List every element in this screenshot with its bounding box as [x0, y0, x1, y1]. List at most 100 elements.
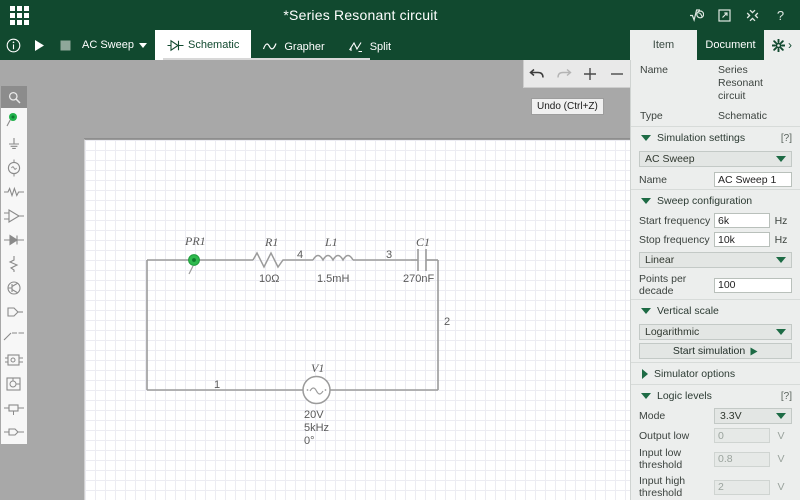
zoom-in-icon[interactable] [579, 63, 601, 85]
section-vertical-scale[interactable]: Vertical scale [631, 299, 800, 321]
tab-split-label: Split [369, 40, 392, 53]
field-stop-frequency: Stop frequency Hz [631, 230, 800, 249]
start-simulation-button[interactable]: Start simulation [639, 343, 792, 359]
fuse-icon[interactable] [1, 420, 27, 444]
search-icon[interactable] [1, 86, 27, 108]
sweep-scale-dropdown[interactable]: Linear [639, 252, 792, 268]
vertical-scale-dropdown[interactable]: Logarithmic [639, 324, 792, 340]
opamp-icon[interactable] [1, 204, 27, 228]
play-icon [750, 347, 758, 355]
switch-icon[interactable] [1, 252, 27, 276]
section-logic-levels-label: Logic levels [657, 390, 712, 402]
simulation-type-selected: AC Sweep [645, 153, 695, 165]
info-icon[interactable] [0, 30, 26, 60]
section-simulator-options[interactable]: Simulator options [631, 362, 800, 384]
subcircuit-icon[interactable] [1, 372, 27, 396]
field-points-per-decade: Points per decade [631, 271, 800, 299]
redo-icon[interactable] [553, 63, 575, 85]
ic-block-icon[interactable] [1, 348, 27, 372]
simulation-type-value: AC Sweep [82, 39, 134, 51]
field-output-low: Output low V [631, 426, 800, 445]
field-logic-mode: Mode 3.3V [631, 406, 800, 426]
triangle-down-icon [641, 308, 651, 314]
fullscreen-icon[interactable] [745, 8, 760, 23]
wire-icon[interactable] [1, 324, 27, 348]
schematic-sheet[interactable] [84, 139, 630, 500]
chevron-down-icon [776, 257, 786, 263]
field-input-high-threshold: Input high threshold V [631, 473, 800, 500]
math-function-icon[interactable] [689, 8, 704, 23]
stop-frequency-unit: Hz [774, 233, 788, 246]
transistor-icon[interactable] [1, 276, 27, 300]
voltage-source-icon[interactable] [1, 156, 27, 180]
zoom-out-icon[interactable] [606, 63, 628, 85]
resistor-icon[interactable] [1, 180, 27, 204]
output-low-input [714, 428, 770, 443]
start-frequency-input[interactable] [714, 213, 770, 228]
simulation-type-dropdown[interactable]: AC Sweep [639, 151, 792, 167]
undo-tooltip: Undo (Ctrl+Z) [531, 98, 604, 115]
undo-icon[interactable] [526, 63, 548, 85]
points-per-decade-input[interactable] [714, 277, 792, 293]
settings-gear-button[interactable]: › [764, 30, 800, 60]
logic-mode-selected: 3.3V [720, 410, 742, 422]
chevron-down-icon [138, 42, 147, 48]
name-value: Series Resonant circuit [718, 64, 763, 102]
property-row-type: Type Schematic [631, 106, 800, 126]
section-sweep-configuration[interactable]: Sweep configuration [631, 189, 800, 211]
type-value: Schematic [718, 110, 768, 122]
properties-tab-strip: Item Document › [630, 30, 800, 60]
logic-mode-label: Mode [639, 410, 666, 422]
component-tool-rail [0, 60, 28, 500]
stop-simulation-button[interactable] [52, 30, 78, 60]
relay-icon[interactable] [1, 396, 27, 420]
logic-mode-dropdown[interactable]: 3.3V [714, 408, 792, 424]
connector-icon[interactable] [1, 300, 27, 324]
type-label: Type [640, 110, 663, 122]
section-vertical-scale-label: Vertical scale [657, 305, 719, 317]
tab-item[interactable]: Item [630, 30, 697, 60]
input-high-threshold-input [714, 479, 770, 495]
edit-toolbar [523, 60, 630, 88]
field-input-low-threshold: Input low threshold V [631, 445, 800, 473]
view-tabs: Schematic Grapher Split [154, 30, 403, 60]
external-link-icon[interactable] [717, 8, 732, 23]
tool-list [1, 108, 27, 444]
sim-name-input[interactable] [714, 172, 792, 187]
tab-schematic[interactable]: Schematic [154, 30, 252, 60]
ground-symbol-icon[interactable] [1, 132, 27, 156]
name-label: Name [640, 64, 669, 76]
field-sim-name: Name [631, 170, 800, 189]
triangle-down-icon [641, 393, 651, 399]
vertical-scale-selected: Logarithmic [645, 326, 700, 338]
diode-icon[interactable] [1, 228, 27, 252]
run-simulation-button[interactable] [26, 30, 52, 60]
property-row-name: Name Series Resonant circuit [631, 60, 800, 106]
tab-grapher[interactable]: Grapher [251, 35, 336, 60]
input-high-threshold-unit: V [777, 481, 785, 493]
stop-frequency-label: Stop frequency [639, 233, 710, 246]
chevron-down-icon [776, 329, 786, 335]
help-link-logic-levels[interactable]: [?] [781, 391, 792, 402]
sweep-scale-selected: Linear [645, 254, 675, 266]
stop-frequency-input[interactable] [714, 232, 770, 247]
apps-grid-icon[interactable] [6, 2, 32, 28]
help-link-simulation[interactable]: [?] [781, 133, 792, 144]
help-icon[interactable]: ? [773, 8, 788, 23]
chevron-down-icon [776, 156, 786, 162]
tab-document[interactable]: Document [697, 30, 764, 60]
schematic-canvas[interactable]: PR1 R1 10Ω L1 1.5mH C1 270nF V1 20V 5kHz… [28, 60, 630, 500]
input-low-threshold-input [714, 451, 770, 467]
tab-schematic-label: Schematic [187, 39, 240, 51]
chevron-down-icon [776, 413, 786, 419]
sim-name-label: Name [639, 173, 668, 186]
tab-split[interactable]: Split [337, 35, 403, 60]
input-high-threshold-label: Input high threshold [639, 475, 686, 499]
output-low-unit: V [777, 429, 785, 442]
section-simulation-settings[interactable]: Simulation settings [?] [631, 126, 800, 148]
tab-grapher-label: Grapher [284, 40, 325, 53]
section-logic-levels[interactable]: Logic levels [?] [631, 384, 800, 406]
simulation-type-select[interactable]: AC Sweep [78, 30, 153, 60]
field-start-frequency: Start frequency Hz [631, 211, 800, 230]
probe-tool-icon[interactable] [1, 108, 27, 132]
